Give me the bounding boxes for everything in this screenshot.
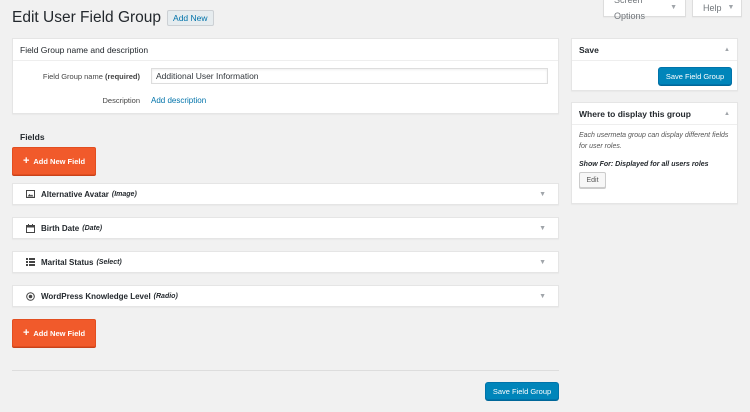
field-row-birth-date[interactable]: Birth Date (Date) ▼ (12, 217, 559, 239)
calendar-icon (25, 223, 35, 233)
page-header: Edit User Field Group Add New (12, 9, 214, 27)
name-label: Field Group name (required) (42, 71, 140, 81)
expand-toggle-icon[interactable]: ▼ (539, 293, 546, 300)
field-row-wordpress-knowledge-level[interactable]: WordPress Knowledge Level (Radio) ▼ (12, 285, 559, 307)
divider (12, 370, 559, 371)
field-group-name-input[interactable]: Additional User Information (151, 68, 548, 84)
box-title: Field Group name and description (20, 44, 149, 55)
select-list-icon (25, 257, 35, 267)
box-title: Save (579, 44, 599, 55)
help-label: Help (703, 3, 722, 13)
field-type: (Date) (82, 224, 103, 232)
box-header: Field Group name and description (13, 39, 558, 61)
plus-icon: + (22, 326, 30, 339)
show-for-label: Show For: (579, 161, 614, 168)
field-type: (Image) (111, 190, 137, 198)
plus-icon: + (22, 154, 30, 167)
expand-toggle-icon[interactable]: ▼ (539, 225, 546, 232)
description-label: Description (102, 95, 140, 105)
add-new-field-label: Add New Field (33, 156, 86, 166)
caret-down-icon: ▼ (727, 4, 735, 11)
caret-down-icon: ▼ (670, 4, 677, 11)
save-field-group-button[interactable]: Save Field Group (658, 67, 732, 85)
expand-toggle-icon[interactable]: ▼ (539, 191, 546, 198)
field-name: Alternative Avatar (41, 189, 109, 199)
collapse-toggle-icon[interactable]: ▲ (724, 111, 730, 117)
required-marker: (required) (104, 71, 140, 81)
fields-heading: Fields (20, 132, 45, 142)
image-icon (25, 189, 35, 199)
show-for-text: Show For: Displayed for all users roles (579, 161, 709, 168)
add-new-field-label: Add New Field (33, 328, 86, 338)
radio-icon (25, 291, 35, 301)
field-name: WordPress Knowledge Level (41, 291, 151, 301)
description-row: Description Add description (13, 90, 558, 110)
show-for-value: Displayed for all users roles (615, 161, 709, 168)
edit-roles-button[interactable]: Edit (579, 172, 606, 188)
add-new-field-button-top[interactable]: + Add New Field (12, 147, 96, 175)
screen-options-label: Screen Options (614, 0, 646, 21)
box-header: Save ▲ (572, 39, 737, 61)
field-name: Marital Status (41, 257, 94, 267)
field-name: Birth Date (41, 223, 80, 233)
field-type: (Radio) (153, 292, 178, 300)
field-type: (Select) (96, 258, 122, 266)
add-new-field-button-bottom[interactable]: + Add New Field (12, 319, 96, 347)
box-title: Where to display this group (579, 108, 691, 119)
help-tab[interactable]: Help ▼ (692, 0, 742, 17)
box-header: Where to display this group ▲ (572, 103, 737, 125)
screen-meta-links: Screen Options ▼ Help ▼ (603, 0, 742, 21)
collapse-toggle-icon[interactable]: ▲ (724, 47, 730, 53)
display-description: Each usermeta group can display differen… (579, 132, 729, 150)
page-title: Edit User Field Group (12, 9, 162, 26)
add-description-link[interactable]: Add description (151, 96, 206, 105)
screen-options-tab[interactable]: Screen Options ▼ (603, 0, 686, 21)
display-group-box: Where to display this group ▲ Each userm… (571, 102, 738, 204)
save-box: Save ▲ Save Field Group (571, 38, 738, 91)
add-new-button[interactable]: Add New (167, 10, 214, 26)
field-group-name-box: Field Group name and description Field G… (12, 38, 559, 114)
name-row: Field Group name (required) Additional U… (13, 66, 558, 86)
expand-toggle-icon[interactable]: ▼ (539, 259, 546, 266)
field-row-alternative-avatar[interactable]: Alternative Avatar (Image) ▼ (12, 183, 559, 205)
name-value-wrap: Additional User Information (151, 68, 548, 84)
save-field-group-button-bottom[interactable]: Save Field Group (485, 382, 559, 400)
field-row-marital-status[interactable]: Marital Status (Select) ▼ (12, 251, 559, 273)
